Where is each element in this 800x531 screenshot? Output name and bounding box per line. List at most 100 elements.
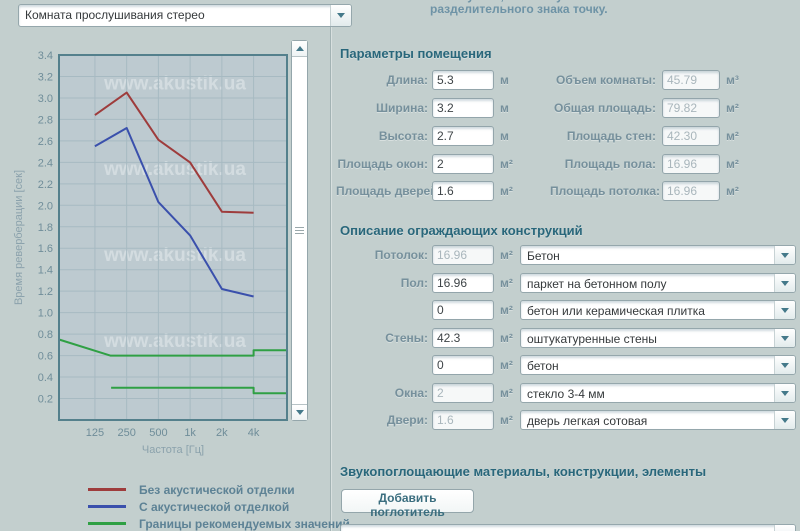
field-label: Пол: — [336, 273, 428, 293]
unit-label: м² — [726, 154, 739, 174]
floor2-material-select[interactable]: бетон или керамическая плитка — [520, 300, 796, 320]
section-heading-room-params: Параметры помещения — [340, 46, 492, 61]
dropdown-button[interactable] — [774, 384, 795, 402]
field-label: Площадь стен: — [550, 126, 656, 146]
svg-text:125: 125 — [86, 427, 104, 439]
unit-label: м² — [500, 328, 513, 348]
walls-area-field[interactable] — [432, 328, 494, 348]
svg-text:500: 500 — [149, 427, 167, 439]
unit-label: м² — [726, 181, 739, 201]
chevron-down-icon — [781, 418, 789, 423]
legend-swatch — [88, 505, 126, 508]
unit-label: м² — [726, 98, 739, 118]
dropdown-button[interactable] — [774, 301, 795, 319]
material-value: оштукатуренные стены — [521, 329, 774, 347]
svg-text:1.2: 1.2 — [38, 286, 53, 298]
svg-text:0.4: 0.4 — [38, 372, 53, 384]
dropdown-button[interactable] — [774, 411, 795, 429]
dropdown-button[interactable] — [774, 274, 795, 292]
svg-text:0.6: 0.6 — [38, 351, 53, 363]
scrollbar-thumb[interactable] — [292, 57, 307, 404]
unit-label: м³ — [726, 70, 739, 90]
unit-label: м² — [500, 410, 513, 430]
construction-row: м² бетон или керамическая плитка — [336, 300, 796, 320]
thumb-grip-icon — [295, 227, 304, 235]
dropdown-button[interactable] — [774, 329, 795, 347]
floor-area-field[interactable] — [432, 273, 494, 293]
legend-label: Границы рекомендуемых значений — [139, 517, 350, 531]
dropdown-button[interactable] — [774, 356, 795, 374]
unit-label: м² — [726, 126, 739, 146]
field-label: Площадь потолка: — [550, 181, 656, 201]
chart-scrollbar[interactable] — [291, 40, 308, 421]
unit-label: м² — [500, 245, 513, 265]
svg-text:2.0: 2.0 — [38, 200, 53, 212]
material-value: бетон — [521, 356, 774, 374]
dropdown-button[interactable] — [774, 246, 795, 264]
room-preset-select[interactable]: Комната прослушивания стерео — [18, 4, 352, 27]
material-value: дверь легкая сотовая — [521, 411, 774, 429]
svg-text:1k: 1k — [184, 427, 196, 439]
chevron-down-icon — [781, 363, 789, 368]
field-label: Стены: — [336, 328, 428, 348]
chevron-down-icon — [781, 281, 789, 286]
chevron-down-icon — [337, 13, 345, 18]
legend-item: С акустической отделкой — [88, 498, 350, 515]
doors-material-select[interactable]: дверь легкая сотовая — [520, 410, 796, 430]
field-label: Высота: — [336, 126, 428, 146]
ceiling-area-output — [662, 181, 720, 201]
material-value: стекло 3-4 мм — [521, 384, 774, 402]
arrow-down-icon — [296, 410, 304, 415]
scroll-down-button[interactable] — [292, 404, 307, 420]
scroll-up-button[interactable] — [292, 41, 307, 57]
absorber-select-clipped[interactable] — [340, 524, 796, 531]
section-heading-absorbers: Звукопоглощающие материалы, конструкции,… — [340, 464, 706, 479]
add-absorber-button[interactable]: Добавить поглотитель — [341, 489, 474, 513]
legend-item: Без акустической отделки — [88, 481, 350, 498]
svg-text:2.2: 2.2 — [38, 179, 53, 191]
legend-label: Без акустической отделки — [139, 483, 295, 497]
legend-swatch — [88, 488, 126, 491]
room-volume-output — [662, 70, 720, 90]
construction-row: Двери: м² дверь легкая сотовая — [336, 410, 796, 430]
field-label: Окна: — [336, 383, 428, 403]
field-label: Ширина: — [336, 98, 428, 118]
windows-area-field — [432, 383, 494, 403]
field-label: Двери: — [336, 410, 428, 430]
walls-material-select[interactable]: оштукатуренные стены — [520, 328, 796, 348]
svg-text:1.8: 1.8 — [38, 222, 53, 234]
walls2-area-field[interactable] — [432, 355, 494, 375]
ceiling-material-select[interactable]: Бетон — [520, 245, 796, 265]
field-label: Общая площадь: — [550, 98, 656, 118]
unit-label: м² — [500, 383, 513, 403]
svg-text:0.2: 0.2 — [38, 394, 53, 406]
room-preset-dropdown-button[interactable] — [330, 5, 351, 26]
floor2-area-field[interactable] — [432, 300, 494, 320]
param-row: Площадь дверей: м² Площадь потолка: м² — [336, 181, 796, 201]
doors-area-input[interactable] — [432, 181, 494, 201]
field-label: Объем комнаты: — [550, 70, 656, 90]
windows-area-input[interactable] — [432, 154, 494, 174]
dropdown-button[interactable] — [774, 525, 795, 531]
arrow-up-icon — [296, 46, 304, 51]
windows-material-select[interactable]: стекло 3-4 мм — [520, 383, 796, 403]
unit-label: м² — [500, 154, 513, 174]
chevron-down-icon — [781, 308, 789, 313]
svg-text:1.6: 1.6 — [38, 243, 53, 255]
svg-text:1.0: 1.0 — [38, 308, 53, 320]
svg-text:3.4: 3.4 — [38, 50, 53, 62]
floor-material-select[interactable]: паркет на бетонном полу — [520, 273, 796, 293]
field-label: Площадь окон: — [336, 154, 428, 174]
absorber-value — [341, 525, 774, 531]
decimal-separator-note: пожалуйста, используйте в качестве разде… — [430, 0, 760, 16]
width-input[interactable] — [432, 98, 494, 118]
field-label: Площадь пола: — [550, 154, 656, 174]
length-input[interactable] — [432, 70, 494, 90]
svg-text:2.4: 2.4 — [38, 157, 53, 169]
legend-swatch — [88, 522, 126, 525]
svg-text:0.8: 0.8 — [38, 329, 53, 341]
section-heading-constructions: Описание ограждающих конструкций — [340, 223, 583, 238]
walls2-material-select[interactable]: бетон — [520, 355, 796, 375]
height-input[interactable] — [432, 126, 494, 146]
panel-divider — [330, 27, 331, 531]
